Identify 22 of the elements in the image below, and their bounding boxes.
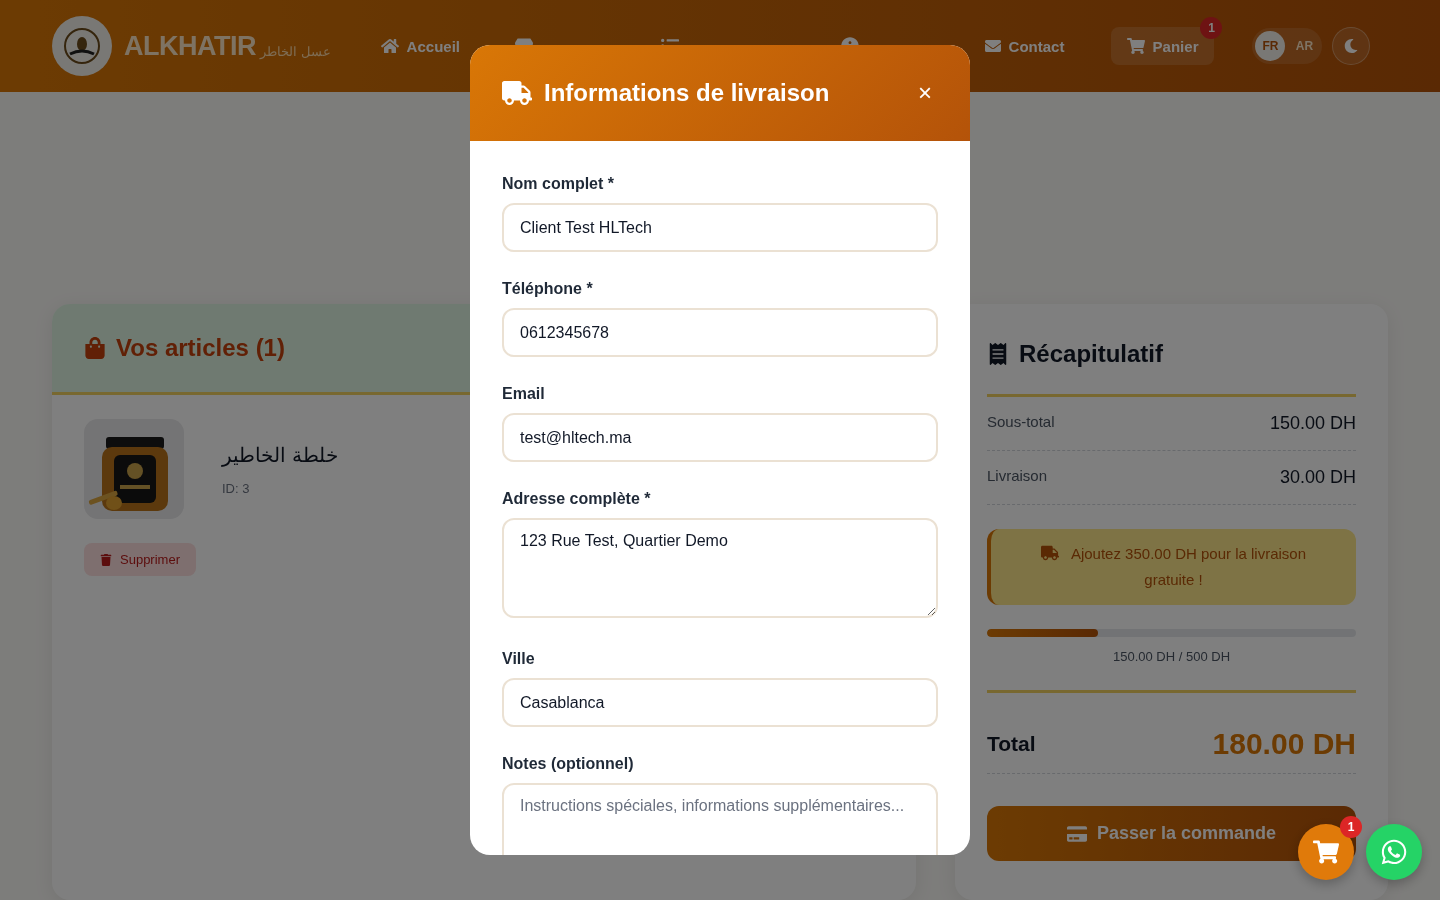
field-label: Ville	[502, 650, 536, 668]
brand-name: ALKHATIR	[124, 30, 256, 62]
field-label: Adresse complète *	[502, 490, 652, 508]
field-label: Email	[502, 385, 546, 403]
product-id: ID: 3	[222, 480, 251, 496]
summary-label: Sous-total	[987, 413, 1055, 432]
section-title: Récapitulatif	[1019, 340, 1164, 368]
total-label: Total	[987, 732, 1036, 756]
free-shipping-notice: Ajoutez 350.00 DH pour la livraison gratuite !	[987, 529, 1356, 605]
summary-label: Livraison	[987, 467, 1048, 486]
brand-subtitle: عسل الخاطر	[260, 43, 331, 59]
total-value: 180.00 DH	[1212, 727, 1356, 761]
progress-reading: 150.00 DH / 500 DH	[987, 649, 1356, 693]
cart-count-badge: 1	[1200, 17, 1223, 39]
field-label: Nom complet *	[502, 175, 615, 193]
product-name: خلطة الخاطير	[222, 442, 338, 467]
summary-value: 30.00 DH	[1279, 467, 1356, 488]
section-title: Vos articles (1)	[116, 334, 285, 362]
dialog-title: Informations de livraison	[544, 79, 831, 107]
summary-value: 150.00 DH	[1269, 413, 1356, 434]
field-label: Téléphone *	[502, 280, 594, 298]
field-label: Notes (optionnel)	[502, 755, 635, 773]
